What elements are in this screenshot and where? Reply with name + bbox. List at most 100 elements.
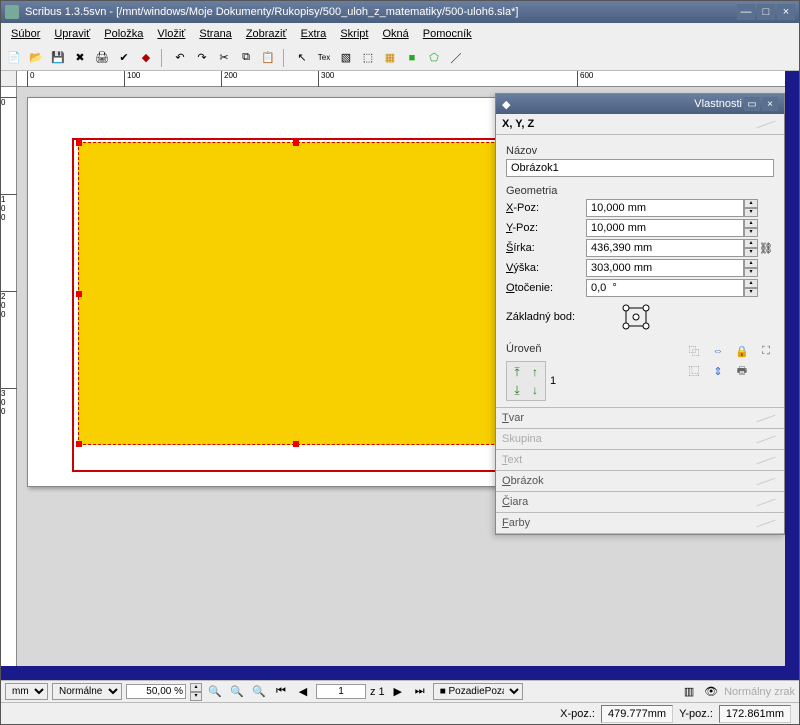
- close-button[interactable]: ×: [777, 4, 795, 20]
- table-icon[interactable]: ▦: [381, 49, 399, 67]
- maximize-button[interactable]: □: [757, 4, 775, 20]
- ypos-down[interactable]: ▾: [744, 228, 758, 237]
- shape-icon[interactable]: ■: [403, 49, 421, 67]
- rotation-label: Otočenie:: [506, 282, 586, 294]
- vertical-scrollbar[interactable]: [785, 71, 799, 666]
- undo-icon[interactable]: ↶: [171, 49, 189, 67]
- level-down-icon[interactable]: ↓: [527, 382, 543, 398]
- open-icon[interactable]: 📂: [27, 49, 45, 67]
- ypos-label: Y-Poz:: [506, 222, 586, 234]
- first-page-icon[interactable]: ⏮: [272, 683, 290, 701]
- rot-up[interactable]: ▴: [744, 279, 758, 288]
- ypos-input[interactable]: [586, 219, 744, 237]
- menu-item[interactable]: Položka: [98, 26, 149, 42]
- width-up[interactable]: ▴: [744, 239, 758, 248]
- textframe-icon[interactable]: Tex: [315, 49, 333, 67]
- rotation-input[interactable]: [586, 279, 744, 297]
- level-value: 1: [550, 375, 556, 387]
- width-down[interactable]: ▾: [744, 248, 758, 257]
- imageframe-icon[interactable]: ▧: [337, 49, 355, 67]
- unit-select[interactable]: mm: [5, 683, 48, 700]
- display-select[interactable]: Normálne: [52, 683, 122, 700]
- menu-edit[interactable]: Upraviť: [48, 26, 96, 42]
- last-page-icon[interactable]: ⏭: [411, 683, 429, 701]
- height-down[interactable]: ▾: [744, 268, 758, 277]
- bottom-xpos-label: X-poz.:: [560, 708, 595, 720]
- zoom-input[interactable]: [126, 684, 186, 699]
- close-icon[interactable]: ✖: [71, 49, 89, 67]
- menu-page[interactable]: Strana: [193, 26, 237, 42]
- geometry-label: Geometria: [506, 185, 774, 197]
- panel-close-button[interactable]: ×: [762, 97, 778, 111]
- cms-icon[interactable]: ▥: [680, 683, 698, 701]
- line-icon[interactable]: ／: [447, 49, 465, 67]
- zoom-out-icon[interactable]: 🔍: [228, 683, 246, 701]
- xpos-up[interactable]: ▴: [744, 199, 758, 208]
- ungroup-icon[interactable]: ⿺: [686, 363, 702, 379]
- bottombar: X-poz.: 479.777mm Y-poz.: 172.861mm: [1, 702, 799, 724]
- zoom-100-icon[interactable]: 🔍: [206, 683, 224, 701]
- preview-icon[interactable]: 👁: [702, 683, 720, 701]
- selected-image-frame[interactable]: [78, 142, 514, 445]
- rot-down[interactable]: ▾: [744, 288, 758, 297]
- menu-windows[interactable]: Okná: [376, 26, 414, 42]
- lock-size-icon[interactable]: ⛶: [758, 343, 774, 359]
- name-input[interactable]: [506, 159, 774, 177]
- panel-shade-button[interactable]: ▭: [744, 97, 760, 111]
- menu-script[interactable]: Skript: [334, 26, 374, 42]
- section-shape[interactable]: Tvar: [496, 408, 784, 429]
- height-input[interactable]: [586, 259, 744, 277]
- zoom-in-icon[interactable]: 🔍: [250, 683, 268, 701]
- width-input[interactable]: [586, 239, 744, 257]
- new-icon[interactable]: 📄: [5, 49, 23, 67]
- select-icon[interactable]: ↖: [293, 49, 311, 67]
- save-icon[interactable]: 💾: [49, 49, 67, 67]
- menu-file[interactable]: Súbor: [5, 26, 46, 42]
- name-label: Názov: [506, 145, 774, 157]
- level-top-icon[interactable]: ⤒: [509, 364, 525, 380]
- page-input[interactable]: [316, 684, 366, 699]
- preflight-icon[interactable]: ✔: [115, 49, 133, 67]
- group-icon[interactable]: ⿻: [686, 343, 702, 359]
- prev-page-icon[interactable]: ◀: [294, 683, 312, 701]
- flipv-icon[interactable]: ⇕: [710, 363, 726, 379]
- menu-insert[interactable]: Vložiť: [151, 26, 191, 42]
- height-up[interactable]: ▴: [744, 259, 758, 268]
- polygon-icon[interactable]: ⬠: [425, 49, 443, 67]
- app-icon: [5, 5, 19, 19]
- toolbar: 📄 📂 💾 ✖ 🖨 ✔ ◆ ↶ ↷ ✂ ⧉ 📋 ↖ Tex ▧ ⬚ ▦ ■ ⬠ …: [1, 45, 799, 71]
- section-image[interactable]: Obrázok: [496, 471, 784, 492]
- ruler-origin[interactable]: [1, 71, 17, 87]
- section-colors[interactable]: Farby: [496, 513, 784, 534]
- level-bottom-icon[interactable]: ⤓: [509, 382, 525, 398]
- vertical-ruler[interactable]: 0 100 200 300: [1, 87, 17, 666]
- fliph-icon[interactable]: ⇔: [710, 343, 726, 359]
- next-page-icon[interactable]: ▶: [389, 683, 407, 701]
- lock-icon[interactable]: 🔒: [734, 343, 750, 359]
- link-wh-icon[interactable]: ⛓: [759, 242, 773, 255]
- redo-icon[interactable]: ↷: [193, 49, 211, 67]
- menu-view[interactable]: Zobraziť: [240, 26, 293, 42]
- cut-icon[interactable]: ✂: [215, 49, 233, 67]
- minimize-button[interactable]: —: [737, 4, 755, 20]
- menu-extra[interactable]: Extra: [295, 26, 333, 42]
- width-label: Šírka:: [506, 242, 586, 254]
- print-icon[interactable]: 🖨: [93, 49, 111, 67]
- horizontal-scrollbar[interactable]: [1, 666, 799, 680]
- pdf-icon[interactable]: ◆: [137, 49, 155, 67]
- section-line[interactable]: Čiara: [496, 492, 784, 513]
- paste-icon[interactable]: 📋: [259, 49, 277, 67]
- level-up-icon[interactable]: ↑: [527, 364, 543, 380]
- xpos-input[interactable]: [586, 199, 744, 217]
- print-enable-icon[interactable]: 🖶: [734, 363, 750, 379]
- section-xyz[interactable]: X, Y, Z: [496, 114, 784, 135]
- horizontal-ruler[interactable]: 0 100 200 300 600: [17, 71, 785, 87]
- xpos-down[interactable]: ▾: [744, 208, 758, 217]
- titlebar: Scribus 1.3.5svn - [/mnt/windows/Moje Do…: [1, 1, 799, 23]
- menu-help[interactable]: Pomocník: [417, 26, 478, 42]
- basepoint-selector[interactable]: [620, 303, 652, 331]
- latexframe-icon[interactable]: ⬚: [359, 49, 377, 67]
- ypos-up[interactable]: ▴: [744, 219, 758, 228]
- layer-select[interactable]: ■ PozadiePozadie: [433, 683, 523, 700]
- copy-icon[interactable]: ⧉: [237, 49, 255, 67]
